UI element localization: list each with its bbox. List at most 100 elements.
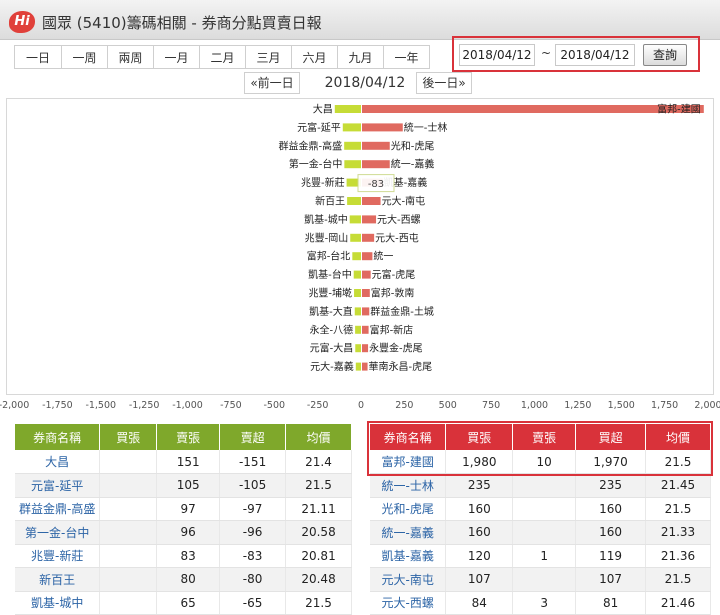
table-cell: 21.36 xyxy=(645,544,711,568)
broker-link[interactable]: 富邦-建國 xyxy=(370,450,447,474)
table-cell: 107 xyxy=(445,567,514,592)
title-bar: Hi 國眾 (5410)籌碼相關 - 券商分點買賣日報 xyxy=(0,0,720,40)
table-cell xyxy=(99,520,158,545)
sell-bar-label: 大昌 xyxy=(313,103,333,116)
table-cell: 84 xyxy=(445,591,514,615)
query-button[interactable]: 查詢 xyxy=(643,44,687,66)
sell-header-1: 買張 xyxy=(445,424,514,450)
sell-bar-label: 新百王 xyxy=(315,195,345,208)
table-cell: -97 xyxy=(219,497,287,521)
buy-header-3: 賣超 xyxy=(219,424,287,450)
broker-link[interactable]: 統一-士林 xyxy=(370,473,447,498)
table-cell: 235 xyxy=(445,473,514,498)
broker-link[interactable]: 元富-延平 xyxy=(15,473,101,498)
broker-link[interactable]: 大昌 xyxy=(15,450,101,474)
table-cell: 21.5 xyxy=(645,567,711,592)
table-cell: 119 xyxy=(575,544,647,568)
broker-link[interactable]: 第一金-台中 xyxy=(15,520,101,545)
table-cell: 21.5 xyxy=(645,497,711,521)
range-button-5[interactable]: 三月 xyxy=(246,45,292,69)
table-row: 兆豐-新莊 83 -83 20.81 xyxy=(15,544,352,568)
broker-link[interactable]: 元大-南屯 xyxy=(370,567,447,592)
x-tick-label: 1,000 xyxy=(521,400,548,411)
sell-bar xyxy=(352,252,361,261)
range-button-1[interactable]: 一周 xyxy=(62,45,108,69)
table-cell xyxy=(99,591,158,615)
table-cell xyxy=(512,567,577,592)
sell-bar-label: 群益金鼎-高盛 xyxy=(279,139,343,152)
buy-bar xyxy=(362,270,371,279)
next-day-button[interactable]: 後一日» xyxy=(416,72,472,94)
range-button-6[interactable]: 六月 xyxy=(292,45,338,69)
broker-link[interactable]: 光和-虎尾 xyxy=(370,497,447,521)
current-date: 2018/04/12 xyxy=(324,75,406,91)
x-tick-label: -1,250 xyxy=(129,400,160,411)
broker-link[interactable]: 群益金鼎-高盛 xyxy=(15,497,101,521)
x-tick-label: -1,000 xyxy=(172,400,203,411)
range-button-2[interactable]: 兩周 xyxy=(108,45,154,69)
buy-bar-label: 富邦-新店 xyxy=(370,323,414,336)
buy-bar xyxy=(362,160,390,169)
prev-day-button[interactable]: «前一日 xyxy=(244,72,300,94)
table-cell: 1,980 xyxy=(445,450,514,474)
table-row: 元大-西螺 84 3 81 21.46 xyxy=(370,591,711,615)
table-cell xyxy=(512,473,577,498)
table-cell xyxy=(99,450,158,474)
end-date-input[interactable]: 2018/04/12 xyxy=(555,44,635,66)
table-cell xyxy=(99,473,158,498)
buy-bar xyxy=(362,252,373,261)
table-cell: 105 xyxy=(156,473,221,498)
broker-link[interactable]: 凱基-嘉義 xyxy=(370,544,447,568)
table-cell: 120 xyxy=(445,544,514,568)
broker-link[interactable]: 元大-西螺 xyxy=(370,591,447,615)
broker-link[interactable]: 兆豐-新莊 xyxy=(15,544,101,568)
buy-bar xyxy=(362,123,403,132)
range-button-8[interactable]: 一年 xyxy=(384,45,430,69)
broker-link[interactable]: 統一-嘉義 xyxy=(370,520,447,545)
sell-bar xyxy=(344,160,361,169)
buy-bar xyxy=(362,215,377,224)
table-row: 大昌 151 -151 21.4 xyxy=(15,450,352,474)
range-button-3[interactable]: 一月 xyxy=(154,45,200,69)
buy-bar xyxy=(362,105,704,113)
table-row: 新百王 80 -80 20.48 xyxy=(15,567,352,592)
start-date-input[interactable]: 2018/04/12 xyxy=(459,44,535,66)
x-tick-label: 1,250 xyxy=(564,400,591,411)
x-tick-label: 1,750 xyxy=(651,400,678,411)
table-row: 統一-士林 235 235 21.45 xyxy=(370,473,711,498)
table-row: 凱基-城中 65 -65 21.5 xyxy=(15,591,352,615)
x-tick-label: -1,500 xyxy=(85,400,116,411)
range-button-0[interactable]: 一日 xyxy=(14,45,62,69)
table-cell: 97 xyxy=(156,497,221,521)
sell-bar-label: 富邦-台北 xyxy=(307,250,351,263)
buy-bar-label: 統一-嘉義 xyxy=(391,158,435,171)
table-cell: 21.11 xyxy=(285,497,352,521)
sell-header-2: 賣張 xyxy=(512,424,577,450)
table-cell: 1 xyxy=(512,544,577,568)
x-tick-label: 1,500 xyxy=(608,400,635,411)
buy-header-4: 均價 xyxy=(285,424,352,450)
range-button-4[interactable]: 二月 xyxy=(200,45,246,69)
table-row: 凱基-嘉義 120 1 119 21.36 xyxy=(370,544,711,568)
x-tick-label: -250 xyxy=(307,400,329,411)
table-cell: -65 xyxy=(219,591,287,615)
sell-bar xyxy=(334,105,361,113)
range-button-7[interactable]: 九月 xyxy=(338,45,384,69)
broker-link[interactable]: 新百王 xyxy=(15,567,101,592)
buy-bar-label: 元大-西屯 xyxy=(375,231,419,244)
buy-bar-label: 元大-南屯 xyxy=(382,195,426,208)
x-tick-label: 2,000 xyxy=(694,400,720,411)
net-buy-table: 券商名稱 買張 賣張 買超 均價 富邦-建國 1,980 10 1,970 21.5 統一-士林 2… xyxy=(370,424,711,615)
table-cell: 80 xyxy=(156,567,221,592)
x-tick-label: 750 xyxy=(482,400,500,411)
table-cell: 20.58 xyxy=(285,520,352,545)
sell-bar-label: 永全-八德 xyxy=(309,323,353,336)
table-cell: 160 xyxy=(445,520,514,545)
tooltip-text: -83 xyxy=(368,179,384,190)
sell-header-3: 買超 xyxy=(575,424,647,450)
range-button-group: 一日 一周 兩周 一月 二月 三月 六月 九月 一年 xyxy=(14,45,430,69)
buy-bar-label: 光和-虎尾 xyxy=(391,139,435,152)
table-row: 光和-虎尾 160 160 21.5 xyxy=(370,497,711,521)
buy-bar xyxy=(362,362,368,371)
broker-link[interactable]: 凱基-城中 xyxy=(15,591,101,615)
